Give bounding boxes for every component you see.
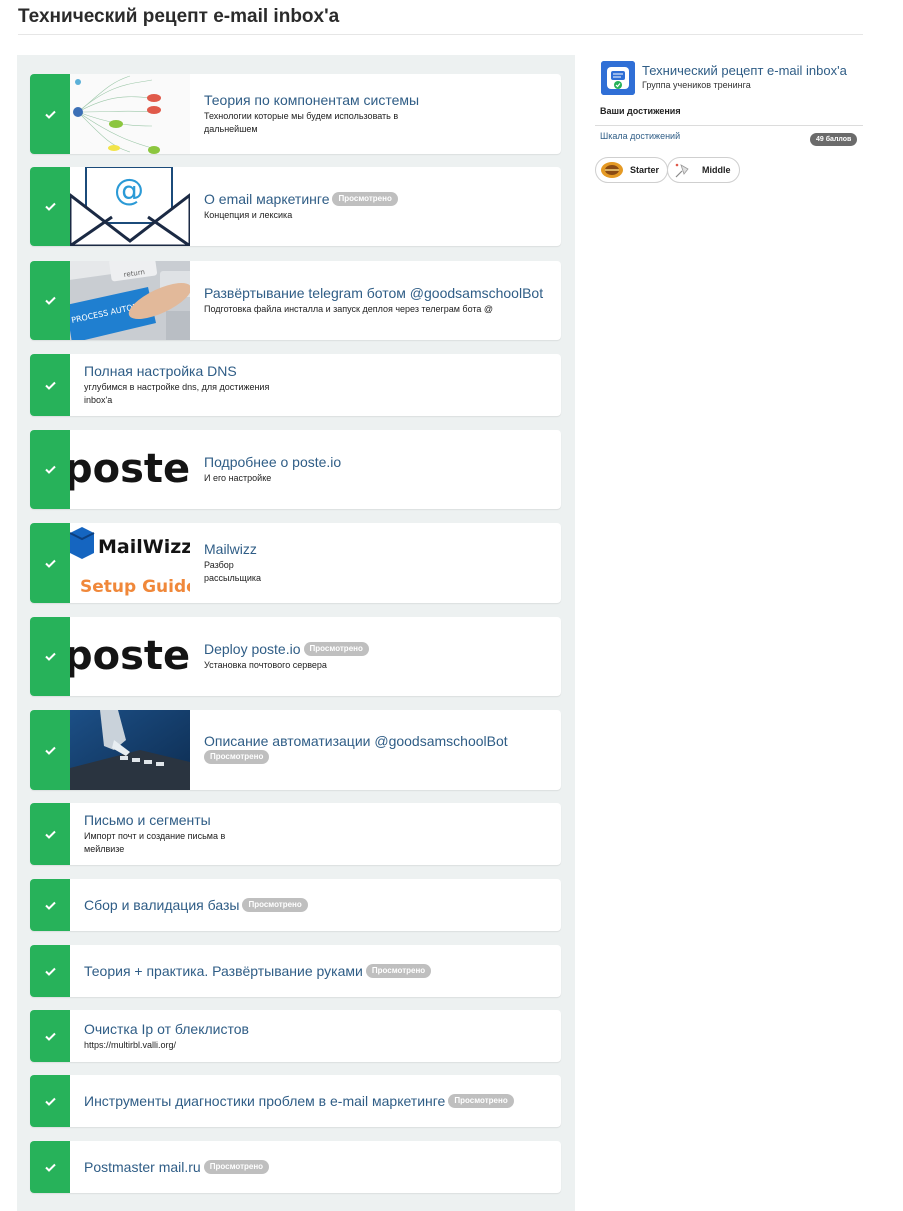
- lesson-card[interactable]: Инструменты диагностики проблем в e-mail…: [30, 1075, 561, 1127]
- lesson-card[interactable]: Теория по компонентам системы Технологии…: [30, 74, 561, 154]
- lesson-description: https://multirbl.valli.org/: [84, 1039, 177, 1050]
- lesson-card[interactable]: @ О email маркетинге Просмотрено Концепци…: [30, 167, 561, 246]
- completed-check-icon: [30, 523, 70, 603]
- lesson-thumbnail-mailwizz: MailWizz Setup Guide: [70, 523, 190, 603]
- lesson-description: И его настройке: [204, 473, 272, 483]
- lesson-title[interactable]: О email маркетинге: [204, 191, 329, 207]
- lesson-description: Технологии которые мы будем использовать…: [204, 111, 399, 134]
- lesson-card[interactable]: return PROCESS AUTOMATION Развёртывание …: [30, 261, 561, 340]
- lesson-card[interactable]: MailWizz Setup Guide Mailwizz Разбор расс…: [30, 523, 561, 603]
- lesson-thumbnail-poste-logo: poste.i: [70, 430, 190, 509]
- group-name-link[interactable]: Технический рецепт e-mail inbox'a: [642, 63, 847, 78]
- viewed-badge: Просмотрено: [365, 963, 432, 978]
- completed-check-icon: [30, 1141, 70, 1193]
- lesson-thumbnail-keyboard: return PROCESS AUTOMATION: [70, 261, 190, 340]
- completed-check-icon: [30, 261, 70, 340]
- viewed-badge: Просмотрено: [203, 1159, 270, 1174]
- lesson-card[interactable]: poste.i Deploy poste.ioПросмотрено Устан…: [30, 617, 561, 696]
- viewed-badge: Просмотрено: [242, 897, 308, 912]
- lesson-card[interactable]: Postmaster mail.ru Просмотрено: [30, 1141, 561, 1193]
- completed-check-icon: [30, 617, 70, 696]
- viewed-badge: Просмотрено: [332, 192, 398, 207]
- lesson-title[interactable]: Сбор и валидация базы: [84, 897, 239, 913]
- lesson-card[interactable]: Сбор и валидация базы Просмотрено: [30, 879, 561, 931]
- achievements-title: Ваши достижения: [600, 106, 681, 116]
- achievement-label: Starter: [630, 165, 660, 175]
- completed-check-icon: [30, 945, 70, 997]
- viewed-badge: Просмотрено: [204, 750, 270, 765]
- viewed-badge: Просмотрено: [303, 642, 369, 657]
- lesson-thumbnail-envelope: @: [70, 167, 190, 246]
- completed-check-icon: [30, 354, 70, 416]
- svg-text:Setup Guide: Setup Guide: [80, 577, 190, 597]
- middle-rocket-icon: [675, 163, 689, 178]
- lesson-card[interactable]: Письмо и сегменты Импорт почт и создание…: [30, 803, 561, 865]
- svg-text:poste.i: poste.i: [70, 446, 190, 492]
- lesson-title[interactable]: Описание автоматизации @goodsamschoolBot: [204, 733, 547, 750]
- completed-check-icon: [30, 167, 70, 246]
- achievements-divider: [595, 125, 863, 126]
- svg-text:poste.i: poste.i: [70, 633, 190, 679]
- lesson-title[interactable]: Подробнее о poste.io: [204, 454, 547, 471]
- starter-medal-icon: [601, 162, 623, 178]
- title-divider: [18, 34, 863, 35]
- lesson-thumbnail-poste-logo: poste.i: [70, 617, 190, 696]
- lesson-title[interactable]: Инструменты диагностики проблем в e-mail…: [84, 1093, 445, 1109]
- achievement-starter[interactable]: Starter: [595, 157, 669, 183]
- achievement-label: Middle: [702, 165, 731, 175]
- lesson-thumbnail-diagram: [70, 74, 190, 154]
- lesson-card[interactable]: poste.i Подробнее о poste.io И его настр…: [30, 430, 561, 509]
- lesson-description: Установка почтового сервера: [204, 660, 327, 670]
- group-logo-icon[interactable]: [601, 61, 635, 95]
- page-title: Технический рецепт e-mail inbox'a: [18, 6, 340, 27]
- lesson-title[interactable]: Очистка Ip от блеклистов: [84, 1021, 547, 1038]
- lesson-card[interactable]: Теория + практика. Развёртывание руками П…: [30, 945, 561, 997]
- completed-check-icon: [30, 710, 70, 790]
- completed-check-icon: [30, 74, 70, 154]
- achievement-scale-link[interactable]: Шкала достижений: [600, 131, 680, 141]
- points-badge: 49 баллов: [810, 133, 858, 146]
- completed-check-icon: [30, 879, 70, 931]
- lesson-title[interactable]: Postmaster mail.ru: [84, 1159, 201, 1175]
- lesson-card[interactable]: Описание автоматизации @goodsamschoolBot…: [30, 710, 561, 790]
- lesson-title[interactable]: Развёртывание telegram ботом @goodsamsch…: [204, 285, 547, 302]
- group-subtitle: Группа учеников тренинга: [642, 80, 751, 90]
- completed-check-icon: [30, 430, 70, 509]
- completed-check-icon: [30, 803, 70, 865]
- lesson-description: Разбор рассыльщика: [204, 560, 261, 583]
- lesson-title[interactable]: Теория + практика. Развёртывание руками: [84, 963, 363, 979]
- lesson-card[interactable]: Полная настройка DNS углубимся в настрой…: [30, 354, 561, 416]
- lesson-description: Импорт почт и создание письма в мейлвизе: [84, 831, 226, 854]
- completed-check-icon: [30, 1010, 70, 1062]
- svg-text:@: @: [114, 173, 144, 208]
- lesson-title[interactable]: Теория по компонентам системы: [204, 92, 547, 109]
- lesson-title[interactable]: Полная настройка DNS: [84, 363, 547, 380]
- lesson-thumbnail-robot-hand: [70, 710, 190, 790]
- lesson-description: Подготовка файла инсталла и запуск депло…: [204, 304, 494, 314]
- lesson-description: Концепция и лексика: [204, 210, 293, 220]
- lesson-title[interactable]: Deploy poste.io: [204, 641, 301, 657]
- lesson-title[interactable]: Письмо и сегменты: [84, 812, 547, 829]
- completed-check-icon: [30, 1075, 70, 1127]
- lesson-card[interactable]: Очистка Ip от блеклистов https://multirb…: [30, 1010, 561, 1062]
- lesson-title[interactable]: Mailwizz: [204, 541, 547, 558]
- lesson-description: углубимся в настройке dns, для достижени…: [84, 382, 270, 405]
- achievement-middle[interactable]: Middle: [667, 157, 740, 183]
- viewed-badge: Просмотрено: [448, 1093, 514, 1108]
- svg-text:MailWizz: MailWizz: [98, 536, 190, 558]
